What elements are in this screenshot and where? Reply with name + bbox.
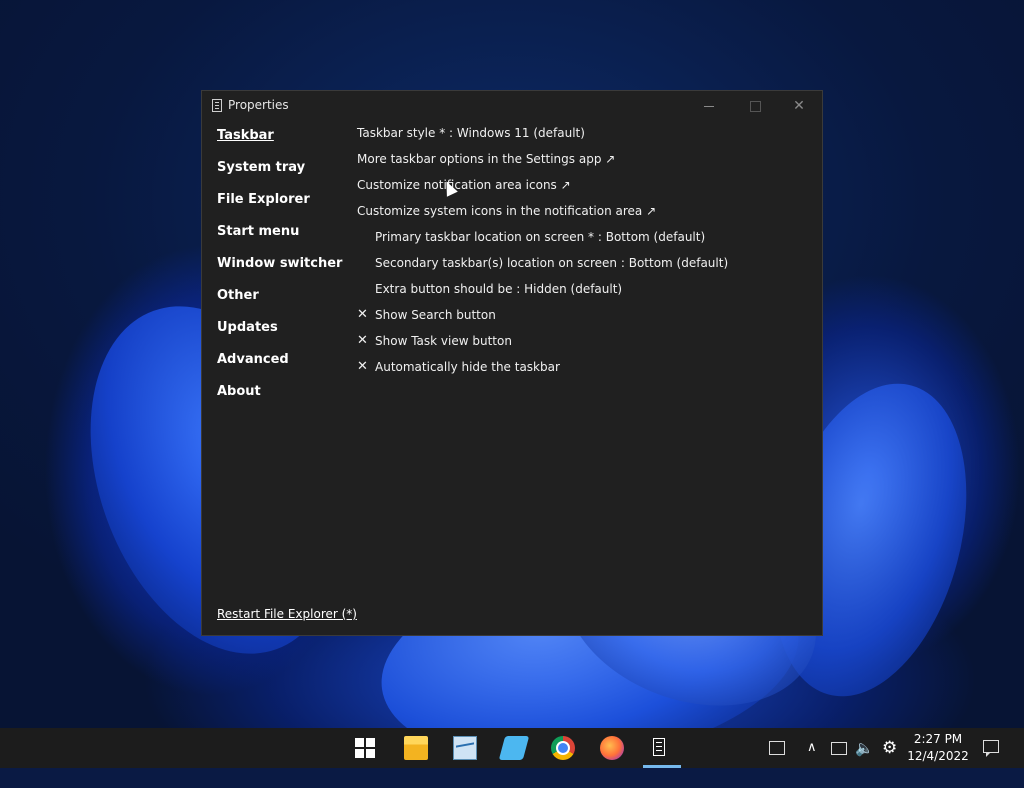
maximize-icon xyxy=(749,100,761,112)
task-manager-icon[interactable] xyxy=(453,736,477,760)
sidebar-item-system-tray[interactable]: System tray xyxy=(217,159,347,191)
sidebar-item-window-switcher[interactable]: Window switcher xyxy=(217,255,347,287)
settings-app-link[interactable]: More taskbar options in the Settings app… xyxy=(357,151,807,177)
windows-start-icon[interactable] xyxy=(355,738,375,758)
network-icon[interactable] xyxy=(831,742,847,755)
x-mark-icon: ✕ xyxy=(357,359,368,374)
file-explorer-icon[interactable] xyxy=(404,736,428,760)
gear-icon[interactable]: ⚙ xyxy=(882,738,897,758)
sidebar-item-updates[interactable]: Updates xyxy=(217,319,347,351)
toggle-label: Show Task view button xyxy=(375,334,512,348)
settings-content: Taskbar style * : Windows 11 (default) M… xyxy=(357,125,807,385)
sidebar-item-start-menu[interactable]: Start menu xyxy=(217,223,347,255)
taskbar-style-option[interactable]: Taskbar style * : Windows 11 (default) xyxy=(357,125,807,151)
news-widget-icon[interactable] xyxy=(769,741,785,755)
sidebar-item-about[interactable]: About xyxy=(217,383,347,415)
minimize-icon xyxy=(704,105,714,107)
clock-time: 2:27 PM xyxy=(913,732,963,746)
window-title: Properties xyxy=(228,98,289,112)
sidebar-item-taskbar[interactable]: Taskbar xyxy=(217,127,347,159)
taskbar: ∧ 🔈 ⚙ 2:27 PM 12/4/2022 xyxy=(0,728,1024,768)
notification-icon[interactable] xyxy=(983,740,999,757)
system-icons-link[interactable]: Customize system icons in the notificati… xyxy=(357,203,807,229)
x-mark-icon: ✕ xyxy=(357,333,368,348)
properties-window: Properties ✕ Taskbar System tray File Ex… xyxy=(201,90,823,636)
clock-date: 12/4/2022 xyxy=(907,749,969,763)
toggle-label: Show Search button xyxy=(375,308,496,322)
properties-taskbar-icon[interactable] xyxy=(649,736,669,760)
secondary-location-option[interactable]: Secondary taskbar(s) location on screen … xyxy=(357,255,807,281)
extra-button-option[interactable]: Extra button should be : Hidden (default… xyxy=(357,281,807,307)
volume-icon[interactable]: 🔈 xyxy=(855,738,874,758)
show-search-toggle[interactable]: ✕ Show Search button xyxy=(357,307,807,333)
x-mark-icon: ✕ xyxy=(357,307,368,322)
sidebar-item-file-explorer[interactable]: File Explorer xyxy=(217,191,347,223)
restart-explorer-link[interactable]: Restart File Explorer (*) xyxy=(217,607,357,621)
sidebar-item-other[interactable]: Other xyxy=(217,287,347,319)
firefox-icon[interactable] xyxy=(600,736,624,760)
close-button[interactable]: ✕ xyxy=(776,91,822,121)
taskbar-clock[interactable]: 2:27 PM 12/4/2022 xyxy=(907,731,969,765)
notification-icons-link[interactable]: Customize notification area icons ↗ xyxy=(357,177,807,203)
show-task-view-toggle[interactable]: ✕ Show Task view button xyxy=(357,333,807,359)
chevron-up-icon[interactable]: ∧ xyxy=(807,738,817,758)
auto-hide-toggle[interactable]: ✕ Automatically hide the taskbar xyxy=(357,359,807,385)
title-bar[interactable]: Properties ✕ xyxy=(202,91,822,121)
minimize-button[interactable] xyxy=(686,91,732,121)
toggle-label: Automatically hide the taskbar xyxy=(375,360,560,374)
sidebar-nav: Taskbar System tray File Explorer Start … xyxy=(217,127,347,415)
close-icon: ✕ xyxy=(793,98,805,114)
primary-location-option[interactable]: Primary taskbar location on screen * : B… xyxy=(357,229,807,255)
sidebar-item-advanced[interactable]: Advanced xyxy=(217,351,347,383)
properties-app-icon xyxy=(212,99,222,112)
sandbox-app-icon[interactable] xyxy=(498,736,530,760)
maximize-button[interactable] xyxy=(732,91,778,121)
chrome-icon[interactable] xyxy=(551,736,575,760)
